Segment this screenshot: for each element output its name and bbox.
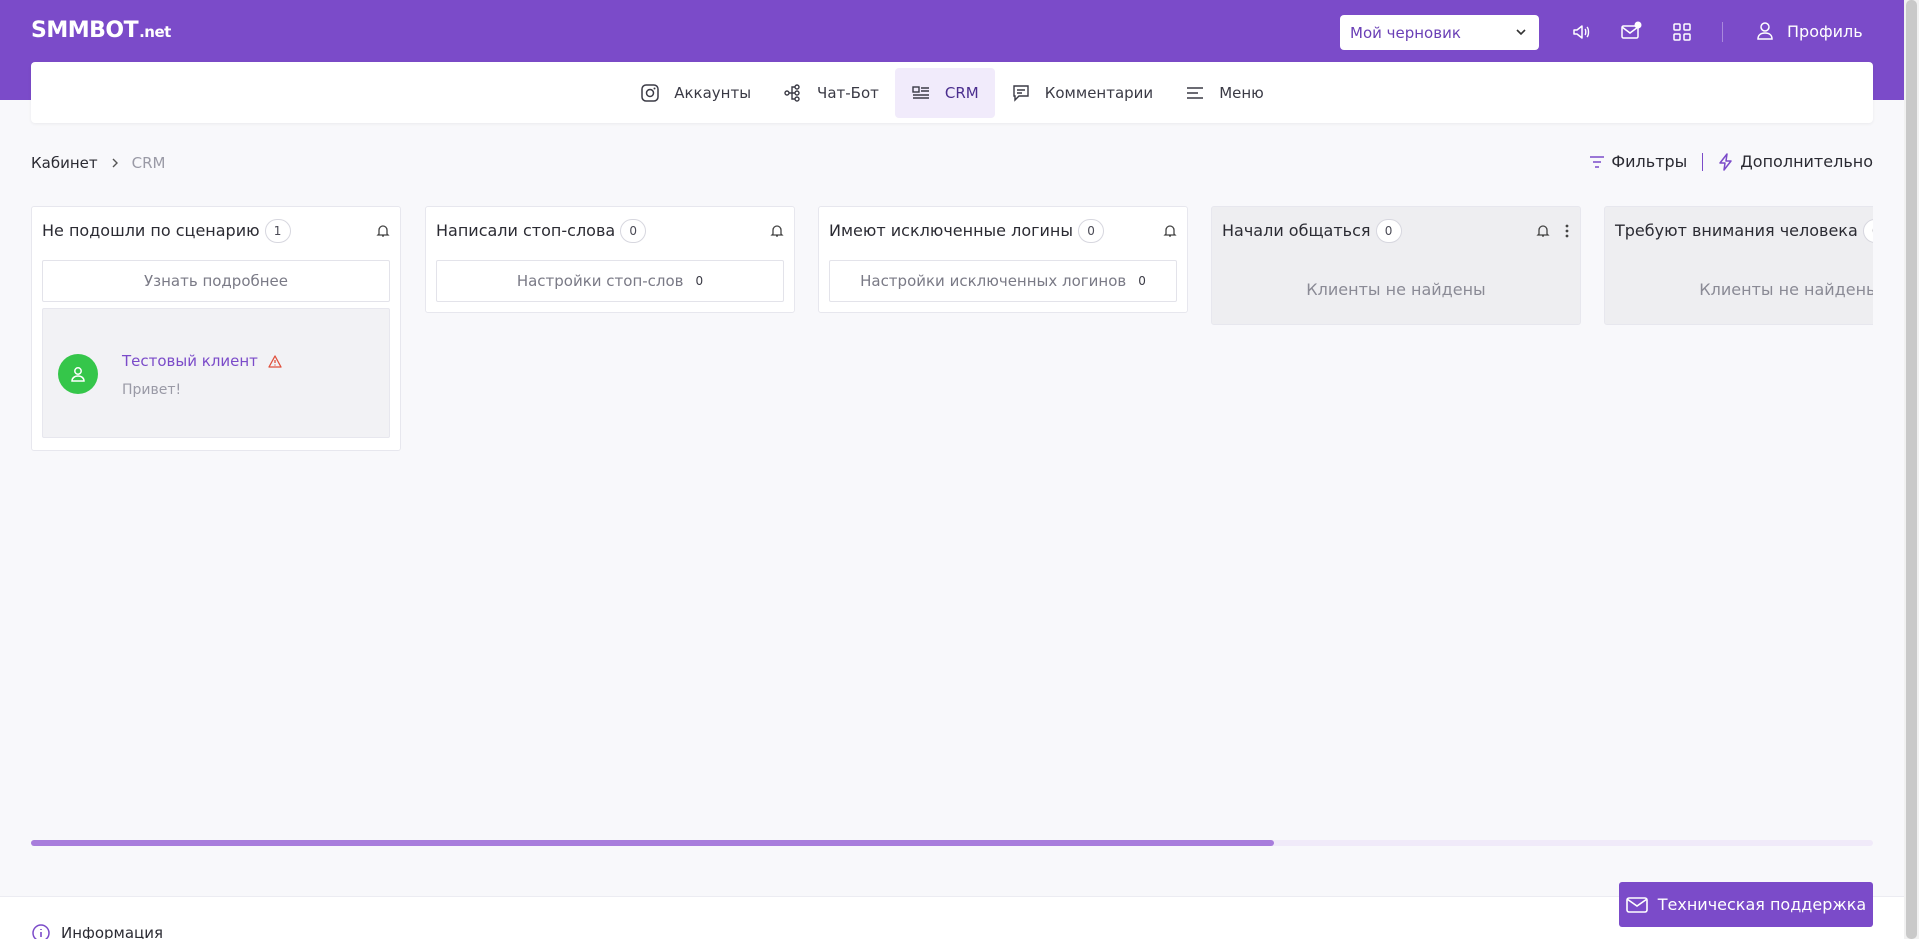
profile-label: Профиль	[1787, 21, 1863, 41]
more-button[interactable]: Дополнительно	[1718, 152, 1873, 171]
project-select[interactable]: Мой черновик	[1340, 15, 1539, 50]
column-header: Имеют исключенные логины 0	[819, 207, 1187, 254]
mail-notification-icon[interactable]	[1619, 20, 1643, 44]
chevron-down-icon	[1516, 29, 1526, 36]
chatbot-flow-icon	[784, 83, 800, 102]
header-divider	[1722, 22, 1723, 42]
lightning-icon	[1719, 152, 1733, 171]
crm-board: Не подошли по сценарию 1 Узнать подробне…	[31, 206, 1873, 826]
warning-icon	[268, 354, 282, 368]
tech-support-button[interactable]: Техническая поддержка	[1619, 882, 1873, 927]
avatar	[58, 354, 98, 394]
nav-label-chatbot: Чат-Бот	[817, 83, 879, 102]
column-title: Требуют внимания человека	[1615, 221, 1858, 240]
column-title: Начали общаться	[1222, 221, 1371, 240]
column-count: 0	[620, 218, 647, 243]
apps-grid-icon[interactable]	[1670, 20, 1694, 44]
instagram-icon	[641, 83, 659, 102]
client-card[interactable]: Тестовый клиент Привет!	[42, 308, 390, 438]
bell-icon[interactable]	[770, 224, 784, 238]
board-column: Не подошли по сценарию 1 Узнать подробне…	[31, 206, 401, 451]
client-last-message: Привет!	[122, 382, 182, 398]
column-header: Начали общаться 0	[1212, 207, 1580, 254]
column-title: Написали стоп-слова	[436, 221, 616, 240]
nav-item-comments[interactable]: Комментарии	[995, 68, 1169, 118]
scrollbar-thumb[interactable]	[1906, 0, 1917, 939]
board-column: Требуют внимания человека 0 Клиенты не н…	[1604, 206, 1873, 325]
client-name-row: Тестовый клиент	[122, 352, 282, 370]
nav-item-crm[interactable]: CRM	[894, 67, 995, 118]
chevron-right-icon	[112, 158, 118, 168]
user-icon	[1757, 22, 1773, 40]
stopwords-settings-button[interactable]: Настройки стоп-слов 0	[436, 260, 784, 302]
column-title: Имеют исключенные логины	[829, 221, 1074, 240]
empty-state: Клиенты не найдены	[1699, 280, 1873, 299]
profile-button[interactable]: Профиль	[1755, 18, 1863, 44]
client-name[interactable]: Тестовый клиент	[122, 352, 258, 370]
board-column: Начали общаться 0 Клиенты не найдены	[1211, 206, 1581, 325]
column-count: 0	[1375, 218, 1402, 243]
info-icon	[32, 924, 50, 939]
nav-item-chatbot[interactable]: Чат-Бот	[767, 68, 895, 118]
mail-icon	[1625, 896, 1648, 913]
comment-icon	[1013, 84, 1029, 102]
board-horizontal-scrollbar[interactable]	[31, 840, 1873, 846]
more-label: Дополнительно	[1740, 152, 1873, 171]
column-count: 1	[264, 218, 291, 243]
nav-label-menu: Меню	[1219, 83, 1264, 102]
empty-state: Клиенты не найдены	[1306, 280, 1486, 299]
page-vertical-scrollbar[interactable]	[1904, 0, 1919, 939]
breadcrumb-home[interactable]: Кабинет	[31, 154, 98, 172]
column-title: Не подошли по сценарию	[42, 221, 260, 240]
project-select-value: Мой черновик	[1350, 23, 1461, 42]
main-nav: Аккаунты Чат-Бот CRM Комментарии Меню	[31, 62, 1873, 123]
breadcrumb: Кабинет CRM	[31, 154, 165, 172]
stopwords-count: 0	[695, 274, 704, 288]
info-label: Информация	[61, 924, 164, 939]
filters-button[interactable]: Фильтры	[1589, 152, 1687, 171]
bell-icon[interactable]	[1536, 224, 1550, 238]
nav-item-menu[interactable]: Меню	[1169, 68, 1280, 118]
bell-icon[interactable]	[1163, 224, 1177, 238]
nav-label-crm: CRM	[944, 83, 979, 102]
learn-more-button[interactable]: Узнать подробнее	[42, 260, 390, 302]
more-vertical-icon[interactable]	[1564, 224, 1570, 238]
excluded-logins-settings-button[interactable]: Настройки исключенных логинов 0	[829, 260, 1177, 302]
excluded-logins-count: 0	[1138, 274, 1146, 288]
filters-label: Фильтры	[1611, 152, 1688, 171]
bell-icon[interactable]	[376, 224, 390, 238]
column-count: 0	[1078, 218, 1105, 243]
info-link[interactable]: Информация	[31, 923, 163, 939]
board-toolbar: Фильтры Дополнительно	[1589, 152, 1873, 171]
user-icon	[71, 367, 85, 382]
column-header: Не подошли по сценарию 1	[32, 207, 400, 254]
breadcrumb-current: CRM	[131, 154, 166, 172]
nav-label-accounts: Аккаунты	[674, 83, 752, 102]
menu-icon	[1187, 86, 1204, 99]
column-count: 0	[1862, 218, 1873, 243]
column-header: Требуют внимания человека 0	[1605, 207, 1873, 254]
logo-suffix: .net	[139, 23, 171, 41]
logo[interactable]: SMMBOT.net	[31, 18, 171, 43]
board-column: Имеют исключенные логины 0 Настройки иск…	[818, 206, 1188, 313]
crm-icon	[912, 85, 929, 99]
excluded-logins-label: Настройки исключенных логинов	[860, 272, 1127, 290]
nav-label-comments: Комментарии	[1044, 83, 1154, 102]
learn-more-label: Узнать подробнее	[143, 272, 289, 290]
toolbar-divider	[1702, 152, 1704, 171]
announcement-icon[interactable]	[1569, 20, 1593, 44]
tech-support-label: Техническая поддержка	[1657, 895, 1867, 914]
column-header: Написали стоп-слова 0	[426, 207, 794, 254]
logo-main: SMMBOT	[31, 18, 139, 43]
scrollbar-thumb[interactable]	[31, 840, 1274, 846]
filter-icon	[1590, 155, 1605, 168]
stopwords-settings-label: Настройки стоп-слов	[516, 272, 684, 290]
nav-item-accounts[interactable]: Аккаунты	[624, 68, 767, 118]
board-column: Написали стоп-слова 0 Настройки стоп-сло…	[425, 206, 795, 313]
